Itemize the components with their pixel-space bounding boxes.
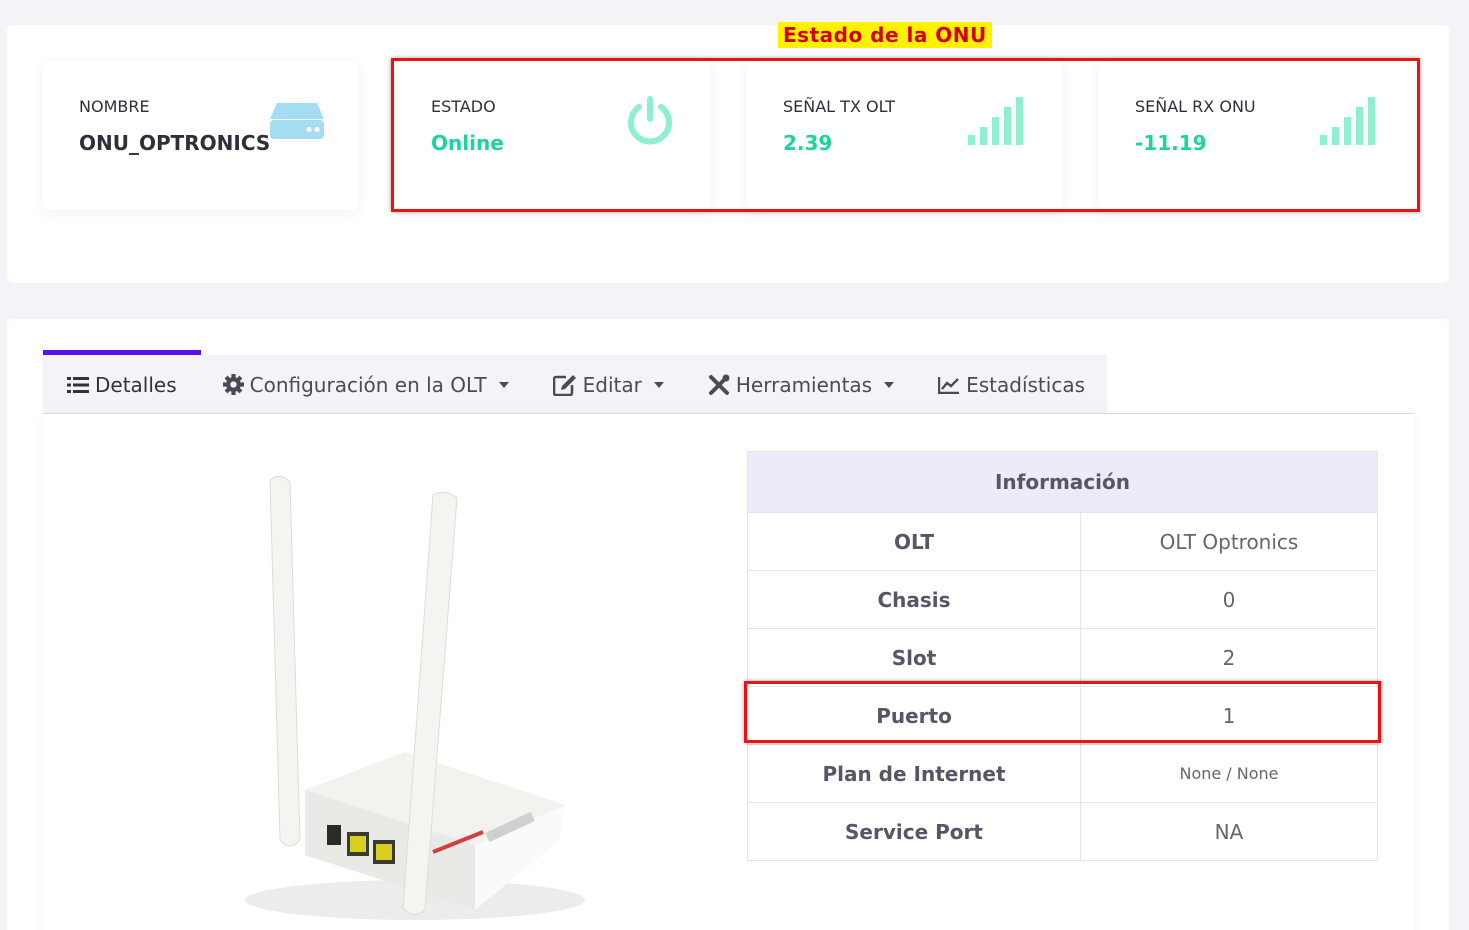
- tab-herramientas-label: Herramientas: [735, 372, 873, 397]
- card-nombre-value: ONU_OPTRONICS: [79, 131, 271, 155]
- row-key-plan: Plan de Internet: [747, 744, 1081, 803]
- row-key-olt: OLT: [747, 512, 1081, 571]
- row-value-olt: OLT Optronics: [1080, 512, 1378, 571]
- info-table-header: Información: [747, 451, 1378, 513]
- table-row: Chasis 0: [747, 570, 1378, 629]
- tools-icon: [708, 374, 730, 395]
- tab-estadisticas-label: Estadísticas: [966, 372, 1086, 397]
- row-key-slot: Slot: [747, 628, 1081, 687]
- tab-detalles-label: Detalles: [95, 372, 177, 397]
- card-nombre-label: NOMBRE: [79, 97, 150, 116]
- tab-editar[interactable]: Editar: [530, 355, 686, 414]
- row-key-service-port: Service Port: [747, 802, 1081, 861]
- table-row: Plan de Internet None / None: [747, 744, 1378, 803]
- highlight-box-onu-status: [391, 58, 1420, 212]
- row-value-plan: None / None: [1080, 744, 1378, 803]
- list-icon: [67, 376, 89, 393]
- row-key-chasis: Chasis: [747, 570, 1081, 629]
- row-value-service-port: NA: [1080, 802, 1378, 861]
- tab-configuracion-olt-label: Configuración en la OLT: [249, 372, 487, 397]
- tabs-bar: Detalles Configuración en la OLT Editar: [43, 350, 1108, 414]
- tab-herramientas[interactable]: Herramientas: [685, 355, 917, 414]
- tab-estadisticas[interactable]: Estadísticas: [916, 355, 1108, 414]
- gear-icon: [222, 374, 244, 395]
- info-table: Información OLT OLT Optronics Chasis 0 S…: [747, 451, 1378, 861]
- table-row: Slot 2: [747, 628, 1378, 687]
- chevron-down-icon: [884, 381, 895, 388]
- row-value-chasis: 0: [1080, 570, 1378, 629]
- tab-detalles[interactable]: Detalles: [43, 350, 201, 414]
- highlight-box-puerto: [744, 681, 1381, 743]
- row-value-slot: 2: [1080, 628, 1378, 687]
- card-nombre: NOMBRE ONU_OPTRONICS: [43, 61, 358, 210]
- server-icon: [270, 103, 324, 139]
- tab-editar-label: Editar: [582, 372, 642, 397]
- table-row: Service Port NA: [747, 802, 1378, 861]
- chevron-down-icon: [498, 381, 509, 388]
- annotation-label: Estado de la ONU: [778, 22, 992, 48]
- table-row: OLT OLT Optronics: [747, 512, 1378, 571]
- tab-configuracion-olt[interactable]: Configuración en la OLT: [200, 355, 531, 414]
- chevron-down-icon: [653, 381, 664, 388]
- onu-device-image: [245, 476, 585, 920]
- chart-line-icon: [938, 376, 960, 394]
- edit-icon: [552, 374, 576, 396]
